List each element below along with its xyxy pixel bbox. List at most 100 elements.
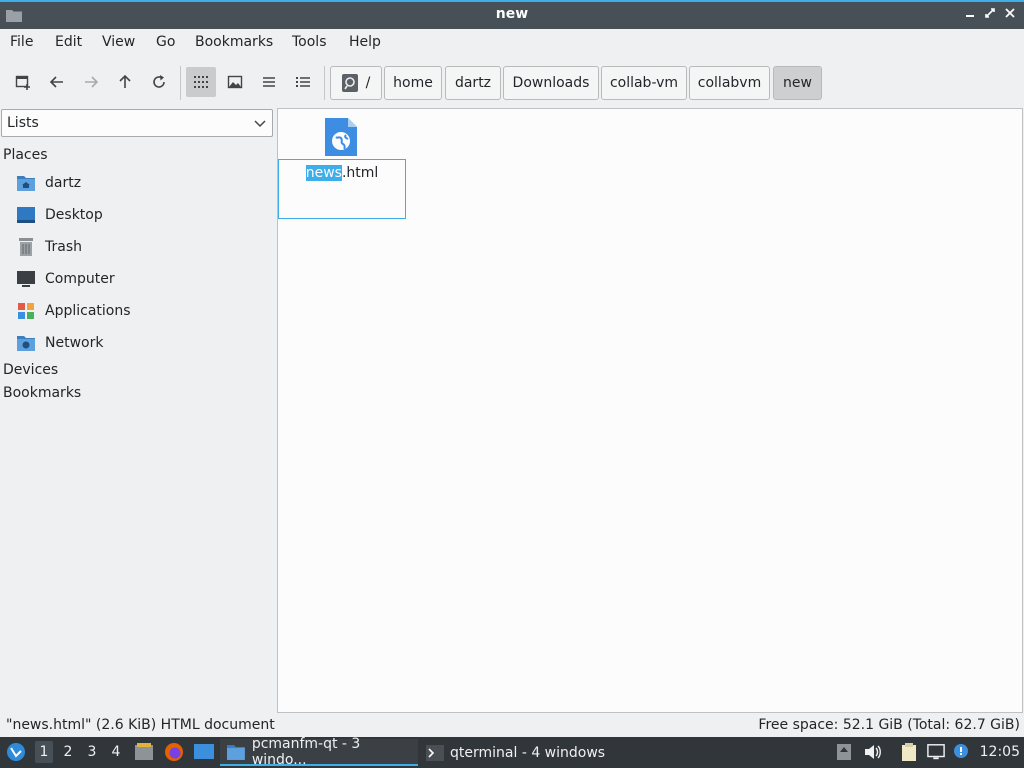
place-applications[interactable]: Applications [16,300,131,322]
toolbar: / home dartz Downloads collab-vm collabv… [0,60,1024,106]
tray-volume[interactable] [864,743,882,761]
window-title: new [495,6,529,22]
show-desktop-button[interactable] [193,743,215,761]
breadcrumb-dartz[interactable]: dartz [445,66,501,100]
minimize-icon [966,15,974,17]
sidebar-mode-select[interactable]: Lists [1,109,273,137]
file-manager-icon [135,743,153,760]
toolbar-separator [324,66,325,100]
home-folder-icon [17,176,35,191]
place-label: dartz [45,175,82,191]
status-bar: "news.html" (2.6 KiB) HTML document Free… [0,713,1024,737]
compact-view-button[interactable] [254,67,284,97]
html-file-icon [325,118,357,156]
tray-notifications[interactable] [953,743,971,761]
lines-icon [263,77,275,87]
tray-network[interactable] [927,743,945,761]
reload-button[interactable] [144,67,174,97]
image-icon [227,75,243,89]
arrow-right-icon [85,76,99,88]
place-label: Computer [45,271,115,287]
menu-bookmarks[interactable]: Bookmarks [195,34,273,50]
back-button[interactable] [42,67,72,97]
task-pcmanfm[interactable]: pcmanfm-qt - 3 windo... [220,735,418,768]
menu-go[interactable]: Go [156,34,175,50]
notification-icon [954,744,968,758]
start-menu-button[interactable] [6,742,26,762]
arrow-up-icon [119,74,131,88]
place-computer[interactable]: Computer [16,268,115,290]
clipboard-icon [902,743,916,761]
detailed-view-button[interactable] [288,67,318,97]
edit-path-icon [341,74,358,92]
place-network[interactable]: Network [16,332,103,354]
title-bar[interactable]: new [0,0,1024,29]
task-label: pcmanfm-qt - 3 windo... [251,735,361,768]
volume-icon [865,745,881,759]
forward-button[interactable] [76,67,106,97]
up-button[interactable] [110,67,140,97]
task-label: qterminal - 4 windows [450,744,606,761]
lubuntu-logo-icon [7,743,25,761]
place-desktop[interactable]: Desktop [16,204,103,226]
close-button[interactable] [1002,7,1018,23]
restore-icon [985,8,995,18]
maximize-button[interactable] [982,7,998,23]
place-label: Desktop [45,207,103,223]
menu-help[interactable]: Help [349,34,381,50]
taskbar: 1 2 3 4 pcmanfm-qt - 3 windo... qtermina… [0,735,1024,768]
breadcrumb-new[interactable]: new [773,66,822,100]
bookmarks-header[interactable]: Bookmarks [3,385,81,401]
reload-icon [153,75,165,88]
firefox-launcher[interactable] [164,743,184,761]
minimize-button[interactable] [962,7,978,23]
places-header[interactable]: Places [3,147,48,163]
folder-icon [226,744,245,760]
file-view[interactable]: news.html [277,108,1023,713]
place-label: Network [45,335,104,351]
workspace-2[interactable]: 2 [59,744,77,760]
workspace-4[interactable]: 4 [107,744,125,760]
workspace-1[interactable]: 1 [35,741,53,763]
breadcrumb-downloads[interactable]: Downloads [503,66,599,100]
network-folder-icon [17,336,35,351]
package-icon [837,744,851,760]
breadcrumb-root-label: / [365,75,371,91]
desktop-icon [17,207,35,223]
rename-field[interactable]: news.html [278,159,406,219]
place-dartz[interactable]: dartz [16,172,81,194]
menu-tools[interactable]: Tools [292,34,327,50]
computer-icon [17,271,35,287]
new-window-button[interactable] [8,67,38,97]
breadcrumb-root[interactable]: / [330,66,382,100]
thumbnail-view-button[interactable] [220,67,250,97]
tray-clipboard[interactable] [900,743,918,761]
applications-icon [18,303,34,319]
breadcrumb-home[interactable]: home [384,66,442,100]
workspace-3[interactable]: 3 [83,744,101,760]
chevron-down-icon [254,120,266,128]
menu-edit[interactable]: Edit [55,34,82,50]
breadcrumb-collab-vm[interactable]: collab-vm [601,66,687,100]
firefox-icon [165,743,183,761]
trash-icon [19,238,33,256]
terminal-icon [426,744,444,761]
grid-icon [194,76,208,88]
menu-file[interactable]: File [10,34,33,50]
place-label: Trash [45,239,82,255]
devices-header[interactable]: Devices [3,362,58,378]
file-manager-launcher[interactable] [134,743,154,761]
list-icon [296,77,310,87]
desktop-icon [194,744,214,759]
sidebar: Lists Places dartz Desktop Trash Compute… [0,108,276,712]
menu-view[interactable]: View [102,34,135,50]
breadcrumb-collabvm[interactable]: collabvm [689,66,770,100]
place-label: Applications [45,303,131,319]
place-trash[interactable]: Trash [16,236,82,258]
arrow-left-icon [49,76,63,88]
icon-view-button[interactable] [186,67,216,97]
tray-updates[interactable] [835,743,853,761]
close-icon [1005,8,1015,18]
task-qterminal[interactable]: qterminal - 4 windows [422,739,612,766]
clock[interactable]: 12:05 [980,744,1020,760]
